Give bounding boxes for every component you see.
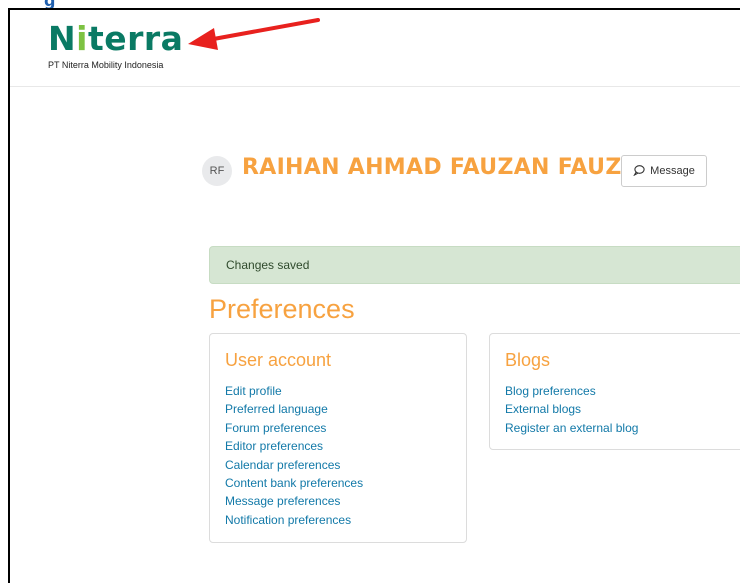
user-account-card: User account Edit profile Preferred lang… (209, 333, 467, 543)
cut-off-glyph: g (44, 0, 55, 8)
profile-full-name: RAIHAN AHMAD FAUZAN FAUZAN (242, 155, 658, 180)
alert-text: Changes saved (226, 258, 310, 272)
message-button-label: Message (650, 165, 695, 177)
link-register-external-blog[interactable]: Register an external blog (505, 419, 638, 437)
message-button[interactable]: Message (621, 155, 707, 187)
page-title: Preferences (209, 294, 355, 324)
logo-dot-letter: i (76, 19, 88, 58)
link-edit-profile[interactable]: Edit profile (225, 382, 363, 400)
link-preferred-language[interactable]: Preferred language (225, 400, 363, 418)
avatar[interactable]: RF (202, 156, 232, 186)
site-header: Niterra PT Niterra Mobility Indonesia (10, 10, 740, 87)
user-account-heading: User account (225, 350, 332, 370)
changes-saved-alert: Changes saved (209, 246, 740, 284)
blogs-card: Blogs Blog preferences External blogs Re… (489, 333, 740, 450)
red-annotation-arrow-icon (188, 18, 320, 50)
link-content-bank-preferences[interactable]: Content bank preferences (225, 474, 363, 492)
logo-subtitle: PT Niterra Mobility Indonesia (48, 60, 164, 70)
cut-off-top-content: g (0, 0, 100, 8)
blogs-links: Blog preferences External blogs Register… (505, 382, 638, 437)
logo-prefix: N (48, 19, 77, 58)
speech-bubble-icon (633, 164, 645, 179)
niterra-logo[interactable]: Niterra (48, 20, 183, 58)
link-message-preferences[interactable]: Message preferences (225, 492, 363, 510)
blogs-heading: Blogs (505, 350, 551, 370)
page-frame: Niterra PT Niterra Mobility Indonesia RF… (8, 8, 740, 583)
link-notification-preferences[interactable]: Notification preferences (225, 511, 363, 529)
link-forum-preferences[interactable]: Forum preferences (225, 419, 363, 437)
link-editor-preferences[interactable]: Editor preferences (225, 437, 363, 455)
link-calendar-preferences[interactable]: Calendar preferences (225, 456, 363, 474)
link-external-blogs[interactable]: External blogs (505, 400, 638, 418)
user-account-links: Edit profile Preferred language Forum pr… (225, 382, 363, 529)
logo-suffix: terra (87, 19, 184, 58)
link-blog-preferences[interactable]: Blog preferences (505, 382, 638, 400)
